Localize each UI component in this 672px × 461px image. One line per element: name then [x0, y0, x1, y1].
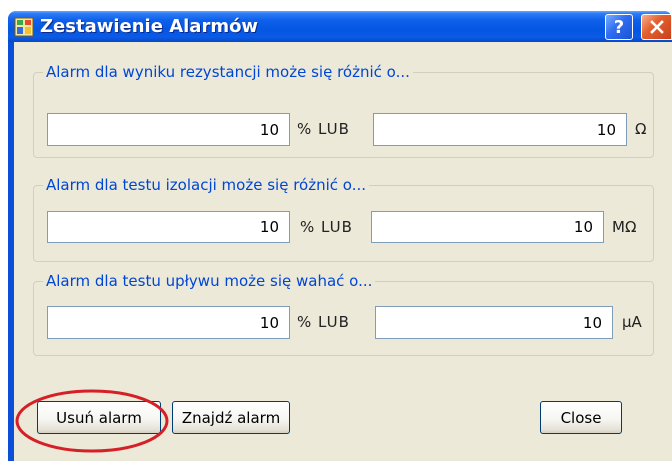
close-button[interactable]: Close: [540, 401, 622, 434]
dialog-client-area: Alarm dla wyniku rezystancji może się ró…: [14, 42, 672, 461]
insulation-percent-input[interactable]: [47, 211, 290, 243]
insulation-unit-label: MΩ: [612, 218, 637, 236]
resistance-unit-label: Ω: [635, 120, 647, 138]
close-icon: [650, 20, 664, 34]
delete-alarm-button[interactable]: Usuń alarm: [37, 401, 161, 434]
window-title: Zestawienie Alarmów: [40, 16, 259, 37]
leakage-alarm-group: Alarm dla testu upływu może się wahać o.…: [33, 272, 654, 356]
resistance-absolute-input[interactable]: [373, 113, 627, 146]
percent-or-label: % LUB: [300, 218, 353, 236]
resistance-alarm-group: Alarm dla wyniku rezystancji może się ró…: [33, 63, 654, 158]
leakage-unit-label: μA: [622, 313, 642, 331]
alarm-summary-dialog: Zestawienie Alarmów ? Alarm dla wyniku r…: [8, 11, 672, 461]
leakage-absolute-input[interactable]: [375, 306, 613, 339]
question-mark-icon: ?: [613, 16, 625, 38]
leakage-percent-input[interactable]: [47, 306, 290, 339]
percent-or-label: % LUB: [297, 120, 350, 138]
group-legend: Alarm dla testu izolacji może się różnić…: [43, 176, 369, 194]
app-icon: [14, 17, 34, 37]
insulation-alarm-group: Alarm dla testu izolacji może się różnić…: [33, 176, 654, 262]
close-window-button[interactable]: [641, 14, 672, 40]
group-legend: Alarm dla testu upływu może się wahać o.…: [43, 272, 376, 290]
resistance-percent-input[interactable]: [47, 113, 290, 146]
insulation-absolute-input[interactable]: [371, 211, 604, 243]
group-legend: Alarm dla wyniku rezystancji może się ró…: [43, 63, 413, 81]
find-alarm-button[interactable]: Znajdź alarm: [172, 401, 290, 434]
title-bar[interactable]: Zestawienie Alarmów ?: [8, 11, 672, 42]
percent-or-label: % LUB: [297, 313, 350, 331]
screen: Zestawienie Alarmów ? Alarm dla wyniku r…: [0, 0, 672, 461]
help-button[interactable]: ?: [605, 14, 633, 40]
